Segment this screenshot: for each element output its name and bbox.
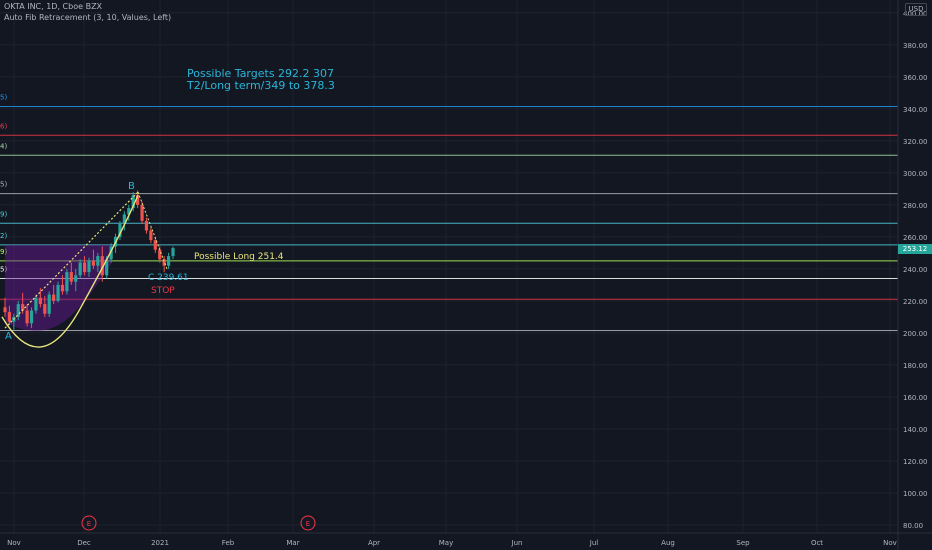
indicator-title[interactable]: Auto Fib Retracement (3, 10, Values, Lef…: [4, 13, 171, 22]
stop-annotation: STOP: [151, 286, 175, 296]
y-tick-label: 320.00: [903, 138, 928, 146]
earnings-marker-2[interactable]: E: [300, 515, 316, 531]
candle-body: [56, 284, 60, 301]
y-tick-label: 340.00: [903, 106, 928, 114]
earnings-marker-1-label: E: [87, 520, 91, 528]
point-b-label: B: [128, 181, 135, 192]
candle-body: [96, 256, 100, 266]
candle-body: [91, 260, 96, 266]
x-tick-label: Sep: [736, 539, 750, 547]
candle-body: [69, 272, 73, 282]
earnings-marker-2-label: E: [306, 520, 310, 528]
fib-level-label: 5): [0, 93, 7, 101]
x-tick-label: Nov: [7, 539, 21, 547]
y-tick-label: 160.00: [903, 394, 928, 402]
symbol-title[interactable]: OKTA INC, 1D, Cboe BZX: [4, 2, 102, 11]
fib-level-label: 2): [0, 232, 7, 240]
candle-body: [78, 262, 82, 276]
candle-body: [52, 294, 56, 301]
candle-body: [74, 275, 78, 282]
candle-body: [158, 249, 162, 260]
y-tick-label: 300.00: [903, 170, 928, 178]
candle-body: [144, 220, 149, 231]
currency-badge[interactable]: USD: [905, 3, 927, 16]
x-tick-label: Jun: [511, 539, 523, 547]
candle-body: [87, 260, 91, 273]
price-chart[interactable]: 5)6)4)5)9)2)9)5) 80.00100.00120.00140.00…: [0, 0, 932, 550]
x-tick-label: Oct: [811, 539, 823, 547]
y-tick-label: 220.00: [903, 298, 928, 306]
fib-level-label: 9): [0, 210, 7, 218]
last-price-tag: 253.12: [898, 244, 932, 254]
fib-level-label: 6): [0, 122, 7, 130]
y-tick-label: 360.00: [903, 74, 928, 82]
candle-body: [171, 248, 175, 257]
candle-body: [43, 304, 47, 314]
candle-body: [34, 297, 38, 311]
candle-body: [25, 310, 29, 324]
x-tick-label: Dec: [77, 539, 91, 547]
targets-annotation-line2: T2/Long term/349 to 378.3: [186, 79, 335, 92]
candle-body: [38, 297, 42, 305]
possible-long-annotation: Possible Long 251.4: [194, 252, 284, 262]
y-tick-label: 120.00: [903, 458, 928, 466]
y-tick-label: 200.00: [903, 330, 928, 338]
fib-levels: 5)6)4)5)9)2)9)5): [0, 93, 898, 332]
y-tick-label: 260.00: [903, 234, 928, 242]
candle-body: [29, 310, 34, 324]
grid-layer: [0, 0, 898, 533]
y-tick-label: 380.00: [903, 42, 928, 50]
x-tick-label: Jul: [589, 539, 599, 547]
candle-body: [60, 284, 65, 292]
candle-body: [140, 204, 144, 221]
y-tick-label: 80.00: [903, 522, 923, 530]
point-a-label: A: [5, 331, 12, 342]
point-c-label: C 239.61: [148, 273, 189, 283]
y-tick-label: 280.00: [903, 202, 928, 210]
x-tick-label: Apr: [368, 539, 380, 547]
y-tick-label: 140.00: [903, 426, 928, 434]
y-tick-label: 180.00: [903, 362, 928, 370]
x-tick-label: May: [439, 539, 453, 547]
candle-body: [47, 294, 51, 314]
candle-body: [3, 307, 7, 313]
fib-level-label: 5): [0, 181, 7, 189]
y-tick-label: 240.00: [903, 266, 928, 274]
bc-trend-line: [137, 191, 168, 270]
x-tick-label: Feb: [222, 539, 235, 547]
candle-body: [65, 272, 69, 292]
y-tick-label: 100.00: [903, 490, 928, 498]
candle-body: [149, 230, 153, 241]
x-tick-label: Mar: [286, 539, 299, 547]
fib-level-label: 4): [0, 142, 7, 150]
candle-body: [82, 262, 87, 273]
price-axis: 80.00 100.00 120.00 140.00 160.00 180.00 200.0…: [897, 0, 928, 550]
x-tick-label: Aug: [661, 539, 675, 547]
chart-stage: 5) 6) 4) 5) 9) 2) 9) 5) 80.00 100.00 120.00 140.00…: [0, 0, 932, 550]
candle-body: [7, 312, 12, 322]
x-tick-label: Nov: [883, 539, 897, 547]
x-tick-label: 2021: [151, 539, 169, 547]
candle-body: [166, 256, 171, 266]
time-axis: Nov Dec 2021 Feb Mar Apr May Jun Jul Aug Sep Oct Nov: [0, 532, 932, 547]
